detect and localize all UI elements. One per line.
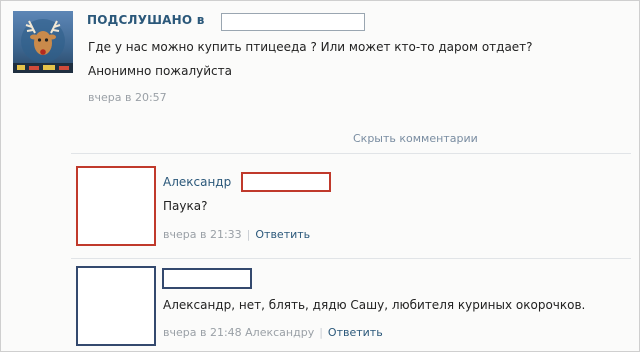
post-author-link[interactable]: ПОДСЛУШАНО в <box>87 13 204 27</box>
wall-post-container: ПОДСЛУШАНО в Где у нас можно купить птиц… <box>0 0 640 352</box>
comment-timestamp-link[interactable]: вчера в 21:33 <box>163 228 242 241</box>
deer-icon <box>13 19 73 73</box>
redacted-surname-box <box>241 172 331 192</box>
comment-text: Александр, нет, блять, дядю Сашу, любите… <box>163 298 586 312</box>
comment-meta: вчера в 21:33 | Ответить <box>163 228 310 241</box>
comment-meta: вчера в 21:48 Александру | Ответить <box>163 326 383 339</box>
meta-separator: | <box>246 228 251 241</box>
comments-divider <box>71 153 631 154</box>
comment-avatar[interactable] <box>76 266 156 346</box>
post-text-line: Анонимно пожалуйста <box>88 64 232 78</box>
comment-author-link[interactable]: Александр <box>163 175 231 189</box>
post-text-line: Где у нас можно купить птицееда ? Или мо… <box>88 40 533 54</box>
redacted-city-box <box>221 13 365 31</box>
reply-button[interactable]: Ответить <box>328 326 383 339</box>
reply-button[interactable]: Ответить <box>255 228 310 241</box>
comment-avatar[interactable] <box>76 166 156 246</box>
hide-comments-link[interactable]: Скрыть комментарии <box>353 132 478 145</box>
redacted-author-box <box>162 268 252 289</box>
group-avatar[interactable] <box>13 11 73 73</box>
comment-text: Паука? <box>163 199 208 213</box>
post-timestamp-link[interactable]: вчера в 20:57 <box>88 91 167 104</box>
meta-separator: | <box>319 326 323 339</box>
reply-addressee-link[interactable]: Александру <box>245 326 314 339</box>
comment-timestamp-link[interactable]: вчера в 21:48 <box>163 326 242 339</box>
comment-divider <box>71 258 631 259</box>
